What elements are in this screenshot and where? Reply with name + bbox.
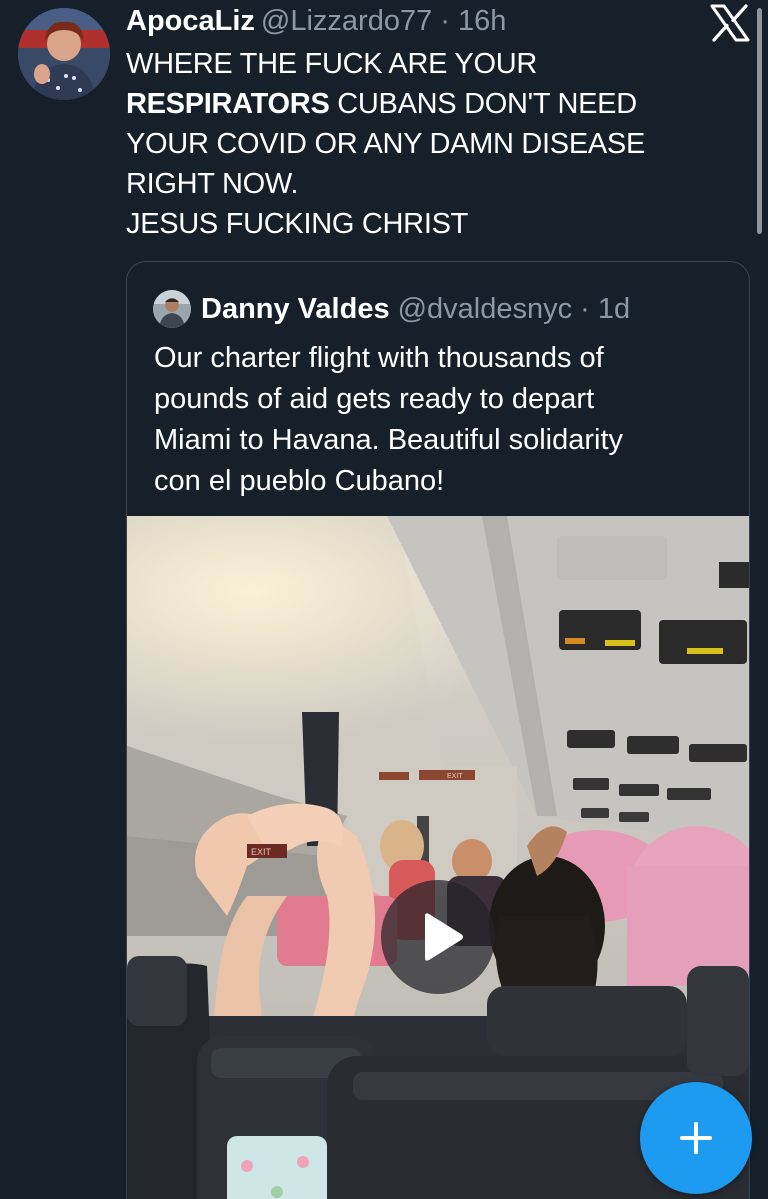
tweet-detail-screen: ApocaLiz @Lizzardo77 · 16h WHERE THE FUCK…: [0, 0, 768, 1199]
tweet-header: ApocaLiz @Lizzardo77 · 16h: [126, 2, 506, 40]
author-handle-timestamp: @Lizzardo77 · 16h: [260, 5, 507, 37]
tweet-text-line: RESPIRATORS CUBANS DON'T NEED: [126, 84, 726, 124]
tweet-text-rest: JESUS FUCKING CHRIST: [126, 208, 469, 240]
play-icon: [425, 913, 463, 961]
quoted-author-avatar[interactable]: [153, 290, 191, 328]
exit-sign-far: EXIT: [447, 773, 463, 780]
tweet-text-rest: YOUR COVID OR ANY DAMN DISEASE: [126, 128, 646, 160]
compose-button[interactable]: [640, 1082, 752, 1194]
tweet-text-line: RIGHT NOW.: [126, 164, 726, 204]
quoted-tweet-card[interactable]: Danny Valdes @dvaldesnyc · 1d Our charter…: [126, 261, 750, 1199]
tweet-text-rest: RIGHT NOW.: [126, 168, 299, 200]
play-button[interactable]: [381, 880, 495, 994]
tweet-text-line: JESUS FUCKING CHRIST: [126, 204, 726, 244]
tweet-text-rest: WHERE THE FUCK ARE YOUR: [126, 48, 537, 80]
quoted-text-line: pounds of aid gets ready to depart: [154, 383, 595, 415]
scrollbar[interactable]: [757, 8, 762, 234]
x-logo-icon[interactable]: [710, 4, 750, 42]
quoted-author-name[interactable]: Danny Valdes: [201, 293, 390, 325]
quoted-tweet-header: Danny Valdes @dvaldesnyc · 1d: [201, 290, 630, 328]
tweet-text-rest: CUBANS DON'T NEED: [329, 88, 637, 120]
quoted-tweet-text: Our charter flight with thousands of pou…: [154, 338, 734, 502]
exit-sign-left: EXIT: [251, 847, 272, 857]
quoted-text-line: con el pueblo Cubano!: [154, 465, 445, 497]
plus-icon: [680, 1122, 712, 1154]
quoted-text-line: Miami to Havana. Beautiful solidarity: [154, 424, 624, 456]
quoted-author-handle-timestamp: @dvaldesnyc · 1d: [397, 293, 631, 325]
author-avatar[interactable]: [18, 8, 110, 100]
tweet-text-line: YOUR COVID OR ANY DAMN DISEASE: [126, 124, 726, 164]
author-name[interactable]: ApocaLiz: [126, 5, 255, 37]
tweet-text-line: WHERE THE FUCK ARE YOUR: [126, 44, 726, 84]
tweet-text-bold: RESPIRATORS: [126, 88, 330, 120]
tweet-text: WHERE THE FUCK ARE YOUR RESPIRATORS CUBA…: [126, 44, 726, 244]
quoted-text-line: Our charter flight with thousands of: [154, 342, 604, 374]
